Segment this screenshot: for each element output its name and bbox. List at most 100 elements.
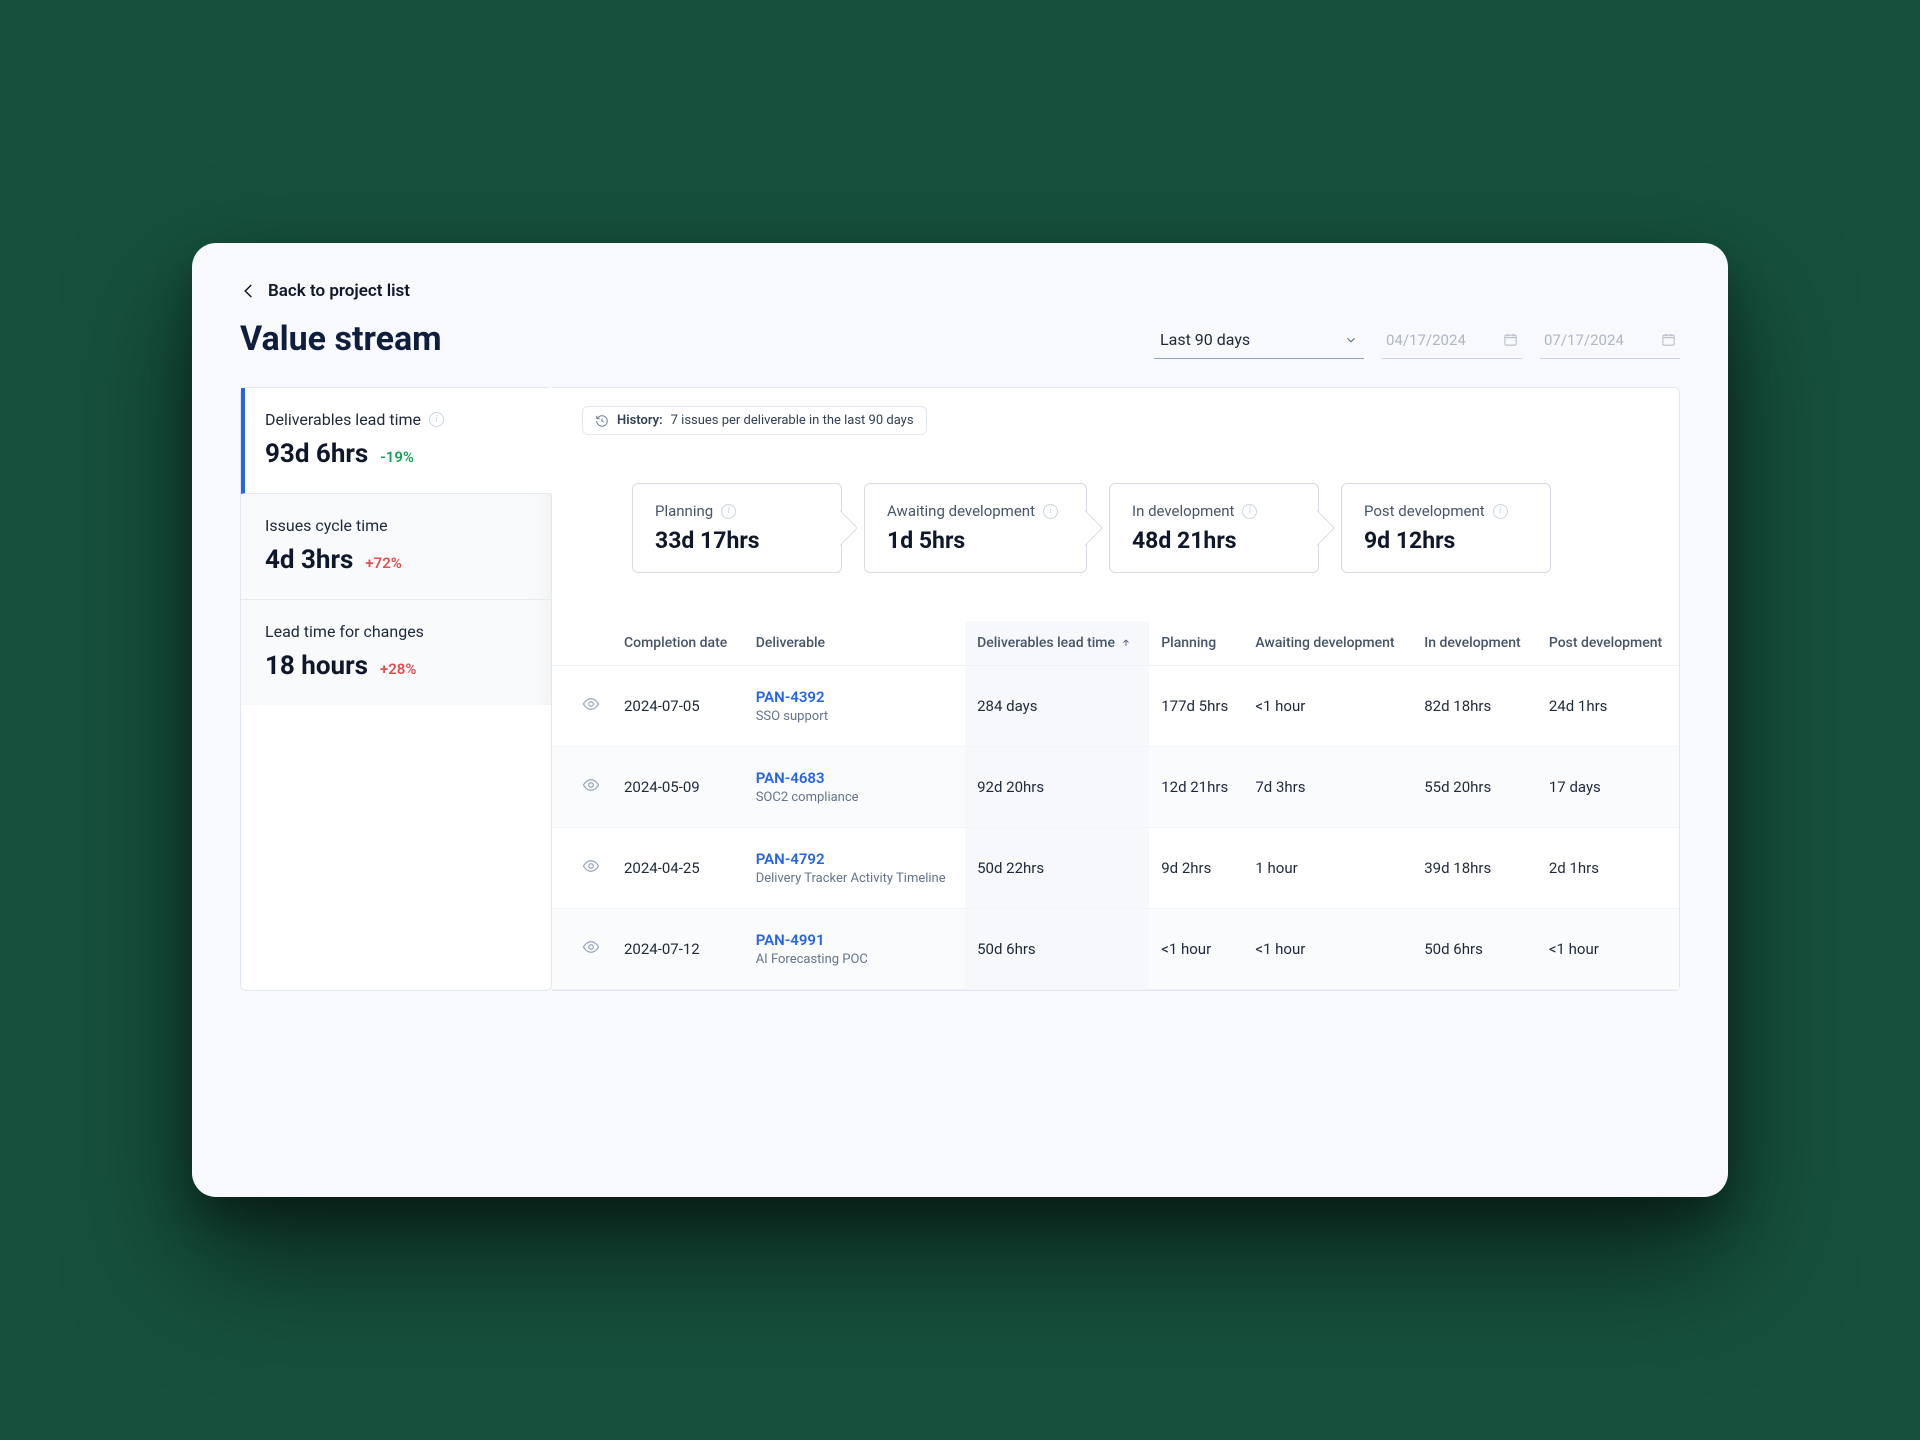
cell-awaiting: 7d 3hrs bbox=[1243, 746, 1412, 827]
metric-value: 18 hours bbox=[265, 651, 368, 681]
cell-leadtime: 50d 6hrs bbox=[965, 908, 1149, 989]
metric-label: Deliverables lead time bbox=[265, 410, 421, 429]
date-to-input[interactable]: 07/17/2024 bbox=[1540, 321, 1680, 359]
cell-indev: 82d 18hrs bbox=[1412, 665, 1537, 746]
history-text: 7 issues per deliverable in the last 90 … bbox=[671, 413, 914, 428]
cell-deliverable: PAN-4991AI Forecasting POC bbox=[744, 908, 965, 989]
row-eye-button[interactable] bbox=[552, 908, 612, 989]
cell-deliverable: PAN-4792 Delivery Tracker Activity Timeli… bbox=[744, 827, 965, 908]
col-deliverable[interactable]: Deliverable bbox=[744, 621, 965, 666]
deliverables-table: Completion date Deliverable Deliverables… bbox=[552, 621, 1679, 990]
page-title: Value stream bbox=[240, 319, 442, 359]
col-post-development[interactable]: Post development bbox=[1537, 621, 1679, 666]
stage-value: 48d 21hrs bbox=[1132, 527, 1290, 554]
metric-delta: -19% bbox=[380, 448, 414, 466]
app-window: Back to project list Value stream Last 9… bbox=[192, 243, 1728, 1197]
cell-planning: 12d 21hrs bbox=[1149, 746, 1243, 827]
cell-post: <1 hour bbox=[1537, 908, 1679, 989]
cell-completion-date: 2024-07-05 bbox=[612, 665, 744, 746]
calendar-icon bbox=[1503, 332, 1518, 347]
cell-post: 24d 1hrs bbox=[1537, 665, 1679, 746]
cell-post: 17 days bbox=[1537, 746, 1679, 827]
deliverable-name: SOC2 compliance bbox=[756, 790, 953, 805]
date-range-value: Last 90 days bbox=[1160, 330, 1250, 349]
cell-completion-date: 2024-07-12 bbox=[612, 908, 744, 989]
cell-deliverable: PAN-4683 SOC2 compliance bbox=[744, 746, 965, 827]
cell-leadtime: 50d 22hrs bbox=[965, 827, 1149, 908]
deliverable-id-link[interactable]: PAN-4991 bbox=[756, 931, 953, 949]
history-badge: History: 7 issues per deliverable in the… bbox=[582, 406, 927, 435]
cell-deliverable: PAN-4392 SSO support bbox=[744, 665, 965, 746]
col-completion-date[interactable]: Completion date bbox=[612, 621, 744, 666]
cell-planning: <1 hour bbox=[1149, 908, 1243, 989]
date-from-value: 04/17/2024 bbox=[1386, 331, 1466, 349]
stage-planning[interactable]: Planning i 33d 17hrs bbox=[632, 483, 842, 573]
table-row[interactable]: 2024-05-09 PAN-4683 SOC2 compliance 92d 20h… bbox=[552, 746, 1679, 827]
table-row[interactable]: 2024-07-12PAN-4991AI Forecasting POC50d … bbox=[552, 908, 1679, 989]
metric-card-issues-cycle-time[interactable]: Issues cycle time 4d 3hrs +72% bbox=[241, 494, 551, 600]
cell-indev: 50d 6hrs bbox=[1412, 908, 1537, 989]
date-to-value: 07/17/2024 bbox=[1544, 331, 1624, 349]
date-range-select[interactable]: Last 90 days bbox=[1154, 321, 1364, 359]
info-icon[interactable]: i bbox=[1242, 504, 1257, 519]
table-row[interactable]: 2024-07-05 PAN-4392 SSO support 284 days177… bbox=[552, 665, 1679, 746]
col-awaiting[interactable]: Awaiting development bbox=[1243, 621, 1412, 666]
table-row[interactable]: 2024-04-25 PAN-4792 Delivery Tracker Activ… bbox=[552, 827, 1679, 908]
cell-awaiting: 1 hour bbox=[1243, 827, 1412, 908]
history-label: History: bbox=[617, 413, 663, 428]
cell-completion-date: 2024-04-25 bbox=[612, 827, 744, 908]
metric-card-deliverables-lead-time[interactable]: Deliverables lead time i 93d 6hrs -19% bbox=[241, 388, 552, 494]
metric-value: 4d 3hrs bbox=[265, 545, 353, 575]
cell-awaiting: <1 hour bbox=[1243, 908, 1412, 989]
arrow-left-icon bbox=[240, 282, 258, 300]
info-icon[interactable]: i bbox=[721, 504, 736, 519]
stage-value: 33d 17hrs bbox=[655, 527, 813, 554]
back-to-projects-link[interactable]: Back to project list bbox=[240, 281, 1680, 301]
chevron-down-icon bbox=[1344, 333, 1358, 347]
cell-planning: 9d 2hrs bbox=[1149, 827, 1243, 908]
cell-completion-date: 2024-05-09 bbox=[612, 746, 744, 827]
date-from-input[interactable]: 04/17/2024 bbox=[1382, 321, 1522, 359]
detail-pane: History: 7 issues per deliverable in the… bbox=[552, 387, 1680, 991]
stage-post-development[interactable]: Post development i 9d 12hrs bbox=[1341, 483, 1551, 573]
cell-post: 2d 1hrs bbox=[1537, 827, 1679, 908]
deliverable-name: Delivery Tracker Activity Timeline bbox=[756, 871, 953, 886]
metric-label: Issues cycle time bbox=[265, 516, 388, 535]
col-in-development[interactable]: In development bbox=[1412, 621, 1537, 666]
metric-value: 93d 6hrs bbox=[265, 439, 368, 469]
stage-awaiting-development[interactable]: Awaiting development i 1d 5hrs bbox=[864, 483, 1087, 573]
sort-asc-icon bbox=[1121, 638, 1131, 648]
stage-value: 1d 5hrs bbox=[887, 527, 1058, 554]
metric-label: Lead time for changes bbox=[265, 622, 424, 641]
col-lead-time-label: Deliverables lead time bbox=[977, 635, 1115, 651]
row-eye-button[interactable] bbox=[552, 665, 612, 746]
stage-value: 9d 12hrs bbox=[1364, 527, 1522, 554]
deliverable-id-link[interactable]: PAN-4392 bbox=[756, 688, 953, 706]
calendar-icon bbox=[1661, 332, 1676, 347]
row-eye-button[interactable] bbox=[552, 827, 612, 908]
info-icon[interactable]: i bbox=[429, 412, 444, 427]
stage-label: Post development bbox=[1364, 502, 1485, 521]
stage-label: In development bbox=[1132, 502, 1234, 521]
deliverable-id-link[interactable]: PAN-4683 bbox=[756, 769, 953, 787]
cell-leadtime: 284 days bbox=[965, 665, 1149, 746]
deliverable-id-link[interactable]: PAN-4792 bbox=[756, 850, 953, 868]
deliverable-name: SSO support bbox=[756, 709, 953, 724]
metric-delta: +72% bbox=[365, 554, 401, 572]
back-link-label: Back to project list bbox=[268, 281, 410, 301]
history-icon bbox=[595, 414, 609, 428]
metric-card-lead-time-changes[interactable]: Lead time for changes 18 hours +28% bbox=[241, 600, 551, 705]
info-icon[interactable]: i bbox=[1493, 504, 1508, 519]
col-planning[interactable]: Planning bbox=[1149, 621, 1243, 666]
row-eye-button[interactable] bbox=[552, 746, 612, 827]
cell-leadtime: 92d 20hrs bbox=[965, 746, 1149, 827]
info-icon[interactable]: i bbox=[1043, 504, 1058, 519]
col-lead-time[interactable]: Deliverables lead time bbox=[965, 621, 1149, 666]
stage-label: Planning bbox=[655, 502, 713, 521]
cell-planning: 177d 5hrs bbox=[1149, 665, 1243, 746]
stage-label: Awaiting development bbox=[887, 502, 1035, 521]
metric-delta: +28% bbox=[380, 660, 416, 678]
cell-indev: 55d 20hrs bbox=[1412, 746, 1537, 827]
stage-in-development[interactable]: In development i 48d 21hrs bbox=[1109, 483, 1319, 573]
cell-awaiting: <1 hour bbox=[1243, 665, 1412, 746]
